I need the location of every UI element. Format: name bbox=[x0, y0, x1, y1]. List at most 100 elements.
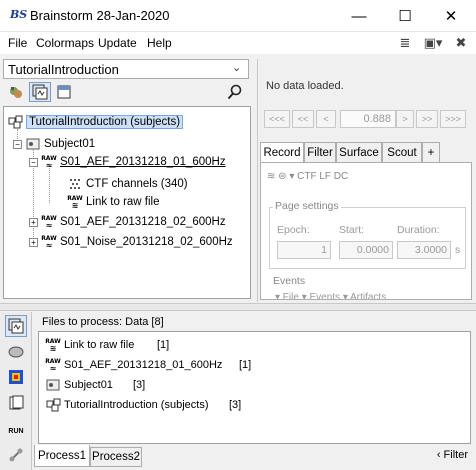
display-options-row[interactable]: ≋ ⊜ ▾ CTF LF DC bbox=[267, 171, 348, 182]
process-matrix-button[interactable] bbox=[5, 392, 27, 414]
layout-list-icon[interactable]: ≣ bbox=[396, 35, 414, 51]
expand-toggle[interactable]: + bbox=[29, 217, 38, 227]
anatomy-view-icon bbox=[10, 87, 22, 98]
filter-button[interactable]: ‹ Filter bbox=[437, 449, 468, 461]
start-field[interactable]: 0.0000 bbox=[339, 241, 393, 259]
collapse-toggle[interactable]: − bbox=[13, 139, 22, 149]
raw-folder-icon: RAW ≈ bbox=[41, 234, 57, 250]
matrix-icon bbox=[9, 395, 24, 410]
search-icon[interactable] bbox=[224, 82, 246, 102]
list-item[interactable]: RAW ≋ Link to raw file bbox=[45, 336, 134, 354]
tab-process1[interactable]: Process1 bbox=[34, 445, 90, 467]
nav-next-button[interactable]: > bbox=[396, 110, 414, 128]
panel-splitter[interactable] bbox=[0, 303, 476, 311]
tree-item-noise[interactable]: + RAW ≈ S01_Noise_20131218_02_600Hz bbox=[29, 233, 233, 251]
maximize-button[interactable]: ☐ bbox=[382, 0, 428, 32]
tab-scout[interactable]: Scout bbox=[382, 142, 422, 162]
tree-item-label: Subject01 bbox=[44, 138, 96, 150]
nav-next-page-button[interactable]: >> bbox=[416, 110, 438, 128]
tree-item-channels[interactable]: CTF channels (340) bbox=[67, 175, 188, 193]
functional-data-view-icon bbox=[32, 84, 48, 100]
list-item-label: Subject01 bbox=[64, 379, 113, 391]
events-menu-row[interactable]: ▾ File ▾ Events ▾ Artifacts bbox=[275, 292, 386, 299]
expand-toggle[interactable]: + bbox=[29, 237, 38, 247]
tree-item-label: CTF channels (340) bbox=[86, 178, 188, 190]
nav-first-button[interactable]: <<< bbox=[264, 110, 290, 128]
tree-item-raw-02[interactable]: + RAW ≈ S01_AEF_20131218_02_600Hz bbox=[29, 213, 226, 231]
protocol-icon bbox=[45, 397, 61, 413]
process-sources-button[interactable] bbox=[5, 341, 27, 363]
title-bar: BS Brainstorm 28-Jan-2020 — ☐ ✕ bbox=[0, 0, 476, 32]
nav-prev-button[interactable]: < bbox=[316, 110, 336, 128]
pipeline-button[interactable] bbox=[5, 444, 27, 466]
view-functional-data-button[interactable] bbox=[29, 82, 51, 102]
list-item-count: [3] bbox=[133, 379, 146, 391]
files-to-process-list[interactable]: RAW ≋ Link to raw file [1] RAW ≈ S01_AEF_2… bbox=[38, 331, 471, 444]
menu-help[interactable]: Help bbox=[147, 36, 172, 50]
process-side-toolbar: RUN bbox=[0, 312, 32, 470]
data-files-icon bbox=[8, 318, 24, 334]
tab-record[interactable]: Record bbox=[260, 142, 304, 163]
run-button[interactable]: RUN bbox=[5, 420, 27, 442]
condition-view-icon bbox=[57, 85, 71, 99]
protocol-select[interactable]: TutorialIntroduction ⌄ bbox=[3, 59, 249, 79]
page-settings-title: Page settings bbox=[273, 200, 341, 212]
list-item[interactable]: Subject01 bbox=[45, 376, 113, 394]
process-tabs: Process1 Process2 ‹ Filter bbox=[32, 445, 476, 470]
close-all-icon[interactable]: ✖ bbox=[452, 35, 470, 51]
tree-item-label: S01_AEF_20131218_02_600Hz bbox=[60, 216, 226, 228]
tree-item-subject[interactable]: − Subject01 bbox=[13, 135, 95, 153]
page-settings-group bbox=[269, 207, 466, 269]
tab-process2[interactable]: Process2 bbox=[90, 447, 142, 467]
tree-item-raw-01[interactable]: − RAW ≈ S01_AEF_20131218_01_600Hz bbox=[29, 153, 226, 171]
minimize-button[interactable]: — bbox=[336, 0, 382, 32]
process-data-button[interactable] bbox=[5, 315, 27, 337]
pipeline-icon bbox=[9, 448, 23, 462]
duration-field[interactable]: 3.0000 bbox=[397, 241, 451, 259]
epoch-label: Epoch: bbox=[277, 224, 310, 236]
raw-file-icon: RAW ≋ bbox=[67, 194, 83, 210]
window-layout-icon[interactable]: ▣▾ bbox=[420, 35, 446, 51]
collapse-toggle[interactable]: − bbox=[29, 157, 38, 167]
menu-update[interactable]: Update bbox=[98, 36, 137, 50]
nav-last-button[interactable]: >>> bbox=[440, 110, 466, 128]
channels-icon bbox=[67, 176, 83, 192]
raw-file-icon: RAW ≋ bbox=[45, 337, 61, 353]
raw-folder-icon: RAW ≈ bbox=[41, 154, 57, 170]
timefreq-icon bbox=[9, 370, 23, 384]
epoch-field[interactable]: 1 bbox=[277, 241, 331, 259]
process-timefreq-button[interactable] bbox=[5, 366, 27, 388]
tree-item-label: Link to raw file bbox=[86, 196, 160, 208]
tree-item-label: S01_Noise_20131218_02_600Hz bbox=[60, 236, 233, 248]
subject-icon bbox=[45, 377, 61, 393]
view-anatomy-button[interactable] bbox=[5, 82, 27, 102]
protocol-select-value: TutorialIntroduction bbox=[8, 62, 119, 77]
list-item-count: [1] bbox=[239, 359, 252, 371]
list-item-count: [3] bbox=[229, 399, 242, 411]
database-tree[interactable]: TutorialIntroduction (subjects) − Subjec… bbox=[3, 106, 251, 299]
files-to-process-title: Files to process: Data [8] bbox=[42, 316, 164, 328]
raw-folder-icon: RAW ≈ bbox=[45, 357, 61, 373]
protocol-icon bbox=[7, 114, 23, 130]
list-item-label: Link to raw file bbox=[64, 339, 135, 351]
view-condition-button[interactable] bbox=[53, 82, 75, 102]
menu-colormaps[interactable]: Colormaps bbox=[36, 36, 94, 50]
tab-surface[interactable]: Surface bbox=[336, 142, 382, 162]
brain-icon bbox=[8, 346, 24, 358]
raw-folder-icon: RAW ≈ bbox=[41, 214, 57, 230]
record-tab-content: ≋ ⊜ ▾ CTF LF DC Page settings Epoch: Sta… bbox=[260, 162, 472, 300]
chevron-down-icon: ⌄ bbox=[232, 62, 242, 74]
tab-add[interactable]: + bbox=[422, 142, 440, 162]
nav-prev-page-button[interactable]: << bbox=[292, 110, 314, 128]
tree-item-label: TutorialIntroduction (subjects) bbox=[26, 115, 184, 129]
tree-item-link-raw[interactable]: RAW ≋ Link to raw file bbox=[67, 193, 160, 211]
list-item[interactable]: RAW ≈ S01_AEF_20131218_01_600Hz bbox=[45, 356, 222, 374]
list-item[interactable]: TutorialIntroduction (subjects) bbox=[45, 396, 209, 414]
tree-item-protocol[interactable]: TutorialIntroduction (subjects) bbox=[7, 113, 184, 131]
time-input[interactable]: 0.888 bbox=[340, 110, 396, 128]
list-item-label: TutorialIntroduction (subjects) bbox=[64, 399, 209, 411]
close-window-button[interactable]: ✕ bbox=[428, 0, 474, 32]
window-title: Brainstorm 28-Jan-2020 bbox=[30, 8, 170, 23]
menu-file[interactable]: File bbox=[8, 36, 27, 50]
tab-filter[interactable]: Filter bbox=[304, 142, 336, 162]
